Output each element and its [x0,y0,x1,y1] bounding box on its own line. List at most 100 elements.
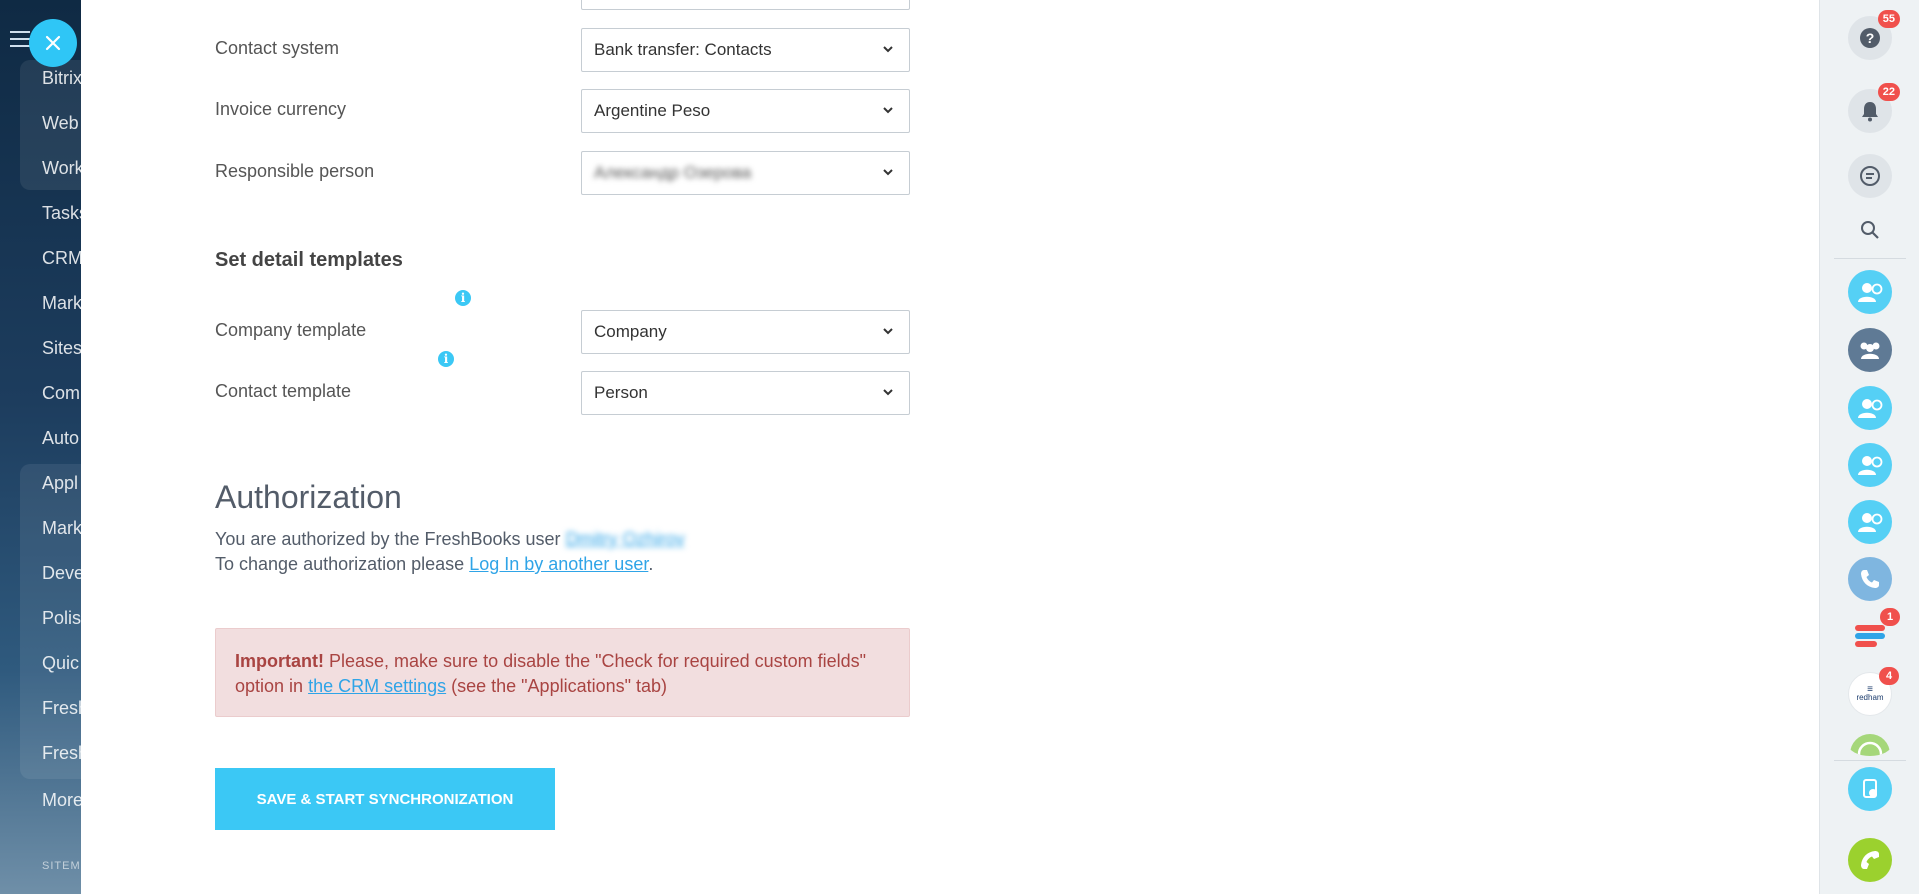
app-badge: 1 [1880,608,1900,626]
authorization-line-2: To change authorization please Log In by… [215,554,653,575]
authorized-user-link[interactable]: Dmitry Ozhirov [566,529,685,549]
sidebar-item[interactable]: Web [42,113,79,134]
sidebar-item[interactable]: Mark [42,293,82,314]
sidebar-item[interactable]: Bitrix [42,68,82,89]
telephony-button[interactable] [1848,557,1892,601]
chevron-down-icon [883,328,893,335]
help-button[interactable]: ? 55 [1848,10,1900,60]
sidebar-item[interactable]: Work [42,158,84,179]
redham-badge: 4 [1879,667,1899,685]
sidebar-item[interactable]: Appl [42,473,78,494]
open-line-contact-button[interactable] [1848,386,1892,430]
contact-template-value: Person [594,383,648,402]
menu-burger-icon[interactable] [10,31,30,52]
redham-logo-text: redham [1856,693,1884,702]
partial-select[interactable] [581,0,910,10]
chat-icon [1860,166,1880,186]
alert-strong: Important! [235,651,324,671]
info-icon[interactable]: i [455,290,471,306]
document-icon [1863,779,1877,798]
app-button[interactable]: 1 [1848,608,1900,658]
group-icon [1860,342,1880,359]
sidebar-item[interactable]: Polis [42,608,81,629]
open-line-contact-button[interactable] [1848,270,1892,314]
responsible-person-select[interactable]: Александр Озерова [581,151,910,195]
svg-text:?: ? [1866,30,1875,46]
sidebar-sitemap[interactable]: SITEM [42,860,81,872]
search-icon [1861,221,1879,239]
contact-system-select[interactable]: Bank transfer: Contacts [581,28,910,72]
chat-button[interactable] [1848,154,1892,198]
invoice-currency-select[interactable]: Argentine Peso [581,89,910,133]
invoice-currency-value: Argentine Peso [594,101,711,120]
close-icon [45,35,61,51]
open-line-contact-button[interactable] [1848,443,1892,487]
row-responsible-person: Responsible person Александр Озерова [215,151,915,195]
authorization-title: Authorization [215,479,402,515]
close-slider-button[interactable] [29,19,77,67]
important-alert: Important! Please, make sure to disable … [215,628,910,717]
responsible-person-value: Александр Озерова [594,163,752,182]
help-badge: 55 [1877,10,1900,28]
sidebar-item[interactable]: More [42,790,83,811]
partial-app-button[interactable] [1848,732,1892,756]
sidebar-item[interactable]: Sites [42,338,82,359]
redham-logo: ≡ redham [1856,685,1884,702]
bell-icon [1862,102,1878,122]
redham-app-button[interactable]: ≡ redham 4 [1848,667,1899,716]
save-start-sync-button[interactable]: SAVE & START SYNCHRONIZATION [215,768,555,830]
user-clock-icon [1858,399,1883,418]
templates-title: Set detail templates [215,249,403,271]
sidebar-item[interactable]: Quic [42,653,79,674]
sidebar-item[interactable]: Deve [42,563,84,584]
authorization-line-1: You are authorized by the FreshBooks use… [215,529,685,550]
authorization-line-1-text: You are authorized by the FreshBooks use… [215,529,561,549]
whatsapp-icon [1850,734,1890,756]
question-icon: ? [1860,28,1880,48]
contact-system-value: Bank transfer: Contacts [594,40,772,59]
right-rail: ? 55 22 1 ≡ redham 4 [1819,0,1919,894]
user-clock-icon [1858,513,1883,532]
handset-icon [1861,851,1879,869]
company-template-value: Company [594,322,667,341]
sidebar-item[interactable]: Auto [42,428,79,449]
row-contact-system: Contact system Bank transfer: Contacts [215,28,915,72]
chevron-down-icon [883,46,893,53]
row-company-template: Company template Company [215,310,915,354]
open-line-contact-button[interactable] [1848,500,1892,544]
contact-template-select[interactable]: Person [581,371,910,415]
rail-divider [1834,760,1906,761]
responsible-person-label: Responsible person [215,161,375,181]
company-template-select[interactable]: Company [581,310,910,354]
relogin-link[interactable]: Log In by another user [469,554,648,574]
user-clock-icon [1858,456,1883,475]
authorization-line-2-suffix: . [648,554,654,574]
sidebar-item[interactable]: CRM [42,248,83,269]
notifications-button[interactable]: 22 [1848,83,1900,133]
invoice-currency-label: Invoice currency [215,99,347,119]
alert-text-2: (see the "Applications" tab) [446,676,668,696]
notifications-badge: 22 [1877,83,1900,101]
chevron-down-icon [883,107,893,114]
search-button[interactable] [1848,208,1892,252]
scan-documents-button[interactable] [1848,767,1892,811]
contact-system-label: Contact system [215,38,340,58]
phone-icon [1861,570,1879,588]
contact-template-label: Contact template [215,381,352,401]
sidebar-item[interactable]: Mark [42,518,82,539]
row-contact-template: Contact template Person [215,371,915,415]
authorization-line-2-text: To change authorization please [215,554,465,574]
info-icon[interactable]: i [438,351,454,367]
rail-divider [1834,258,1906,259]
settings-panel: Contact system Bank transfer: Contacts I… [81,0,1819,894]
crm-settings-link[interactable]: the CRM settings [308,676,446,696]
sidebar-item[interactable]: Com [42,383,80,404]
group-chat-button[interactable] [1848,328,1892,372]
chevron-down-icon [883,389,893,396]
user-clock-icon [1858,283,1883,302]
row-invoice-currency: Invoice currency Argentine Peso [215,89,915,133]
company-template-label: Company template [215,320,367,340]
call-button[interactable] [1848,838,1892,882]
app-stripes-icon [1855,625,1885,647]
chevron-down-icon [883,169,893,176]
